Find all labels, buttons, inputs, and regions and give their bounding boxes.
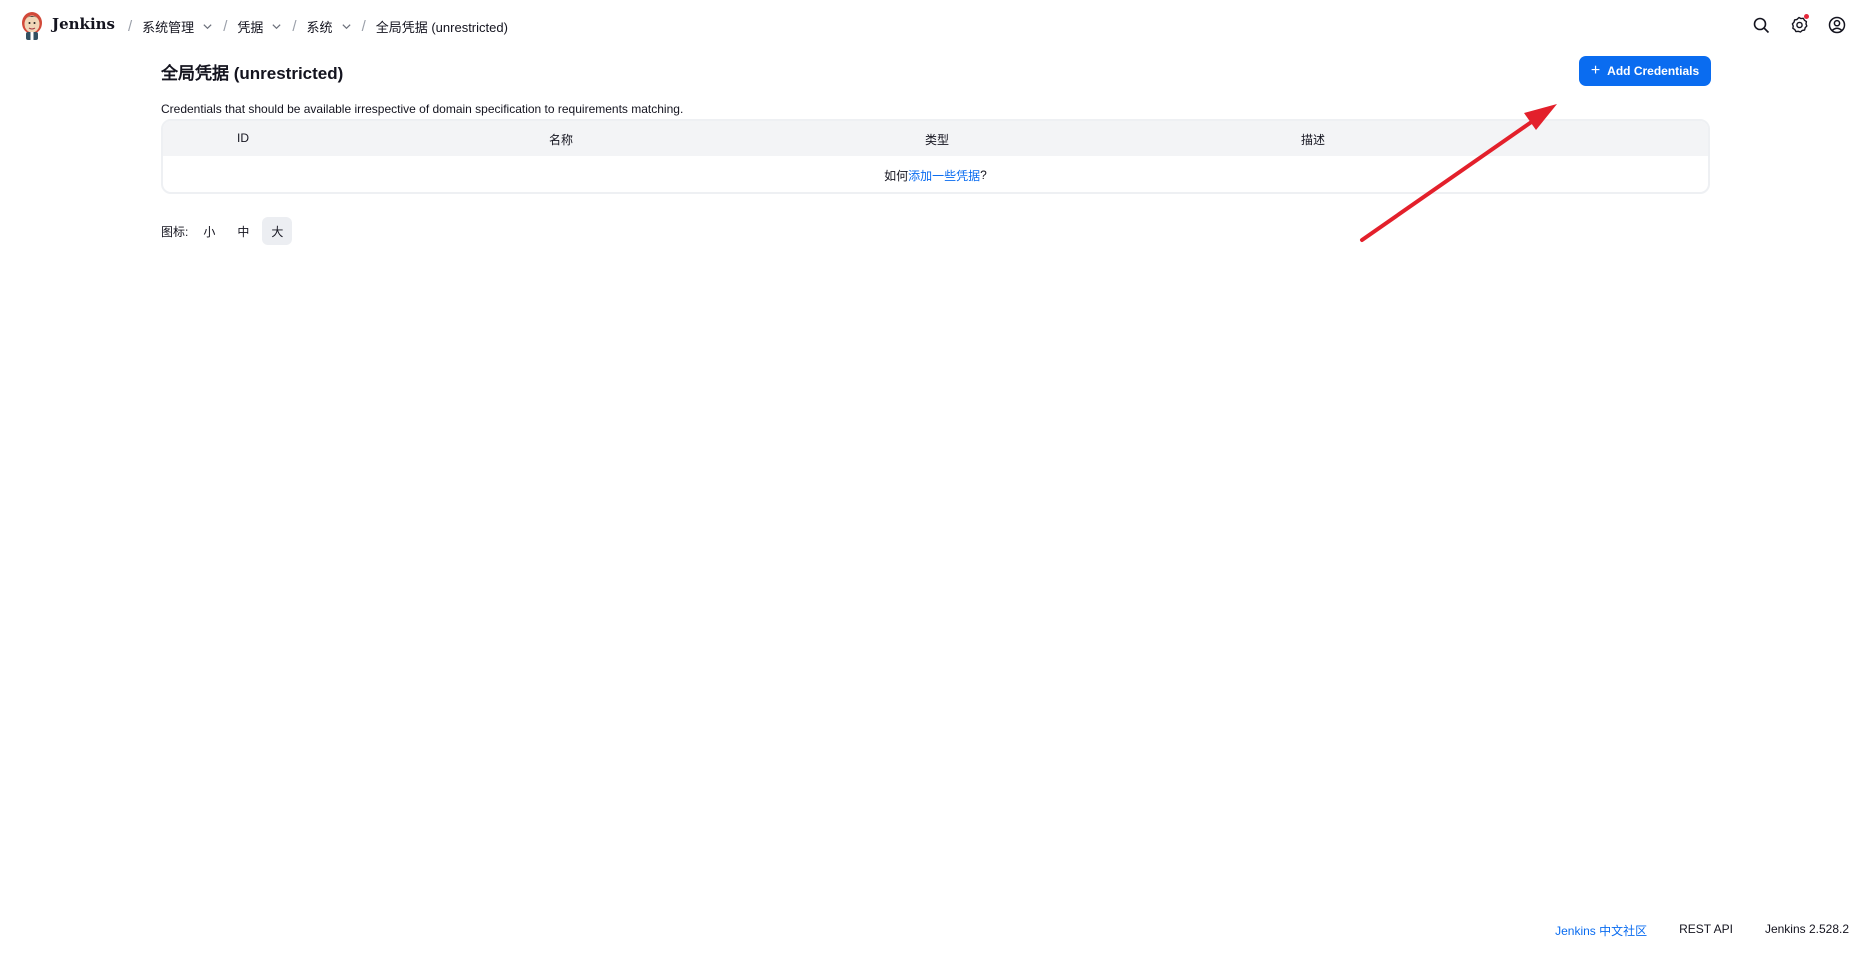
add-credentials-label: Add Credentials [1607, 64, 1700, 78]
page-description: Credentials that should be available irr… [161, 102, 684, 116]
breadcrumb-item-credentials[interactable]: 凭据 [237, 17, 282, 36]
jenkins-community-link[interactable]: Jenkins 中文社区 [1555, 922, 1647, 939]
credentials-table: ID 名称 类型 描述 如何 添加一些凭据 ? [161, 119, 1710, 194]
page-footer: Jenkins 中文社区 REST API Jenkins 2.528.2 [1555, 922, 1849, 939]
brand-name[interactable]: Jenkins [52, 15, 115, 33]
breadcrumb-label: 凭据 [237, 19, 264, 35]
breadcrumb-separator: / [128, 17, 133, 35]
breadcrumb-separator: / [292, 17, 297, 35]
user-account-icon[interactable] [1826, 14, 1848, 36]
settings-gear-icon[interactable] [1788, 14, 1810, 36]
column-header-type[interactable]: 类型 [925, 131, 949, 148]
chevron-down-icon[interactable] [341, 21, 352, 32]
rest-api-link[interactable]: REST API [1679, 922, 1733, 939]
breadcrumb-label: 系统管理 [142, 19, 195, 35]
search-icon[interactable] [1750, 14, 1772, 36]
table-header: ID 名称 类型 描述 [163, 121, 1708, 156]
column-header-description[interactable]: 描述 [1301, 131, 1325, 148]
header-actions [1750, 14, 1848, 36]
chevron-down-icon[interactable] [202, 21, 213, 32]
breadcrumb-item-system[interactable]: 系统 [307, 17, 352, 36]
jenkins-logo-icon[interactable] [19, 11, 45, 41]
add-credentials-button[interactable]: + Add Credentials [1579, 56, 1711, 86]
plus-icon: + [1590, 62, 1601, 79]
chevron-down-icon[interactable] [271, 21, 282, 32]
notification-dot [1804, 14, 1809, 19]
add-some-credentials-link[interactable]: 添加一些凭据 [908, 167, 980, 184]
breadcrumb-label: 系统 [306, 19, 333, 35]
column-header-id[interactable]: ID [237, 131, 249, 145]
jenkins-version-link[interactable]: Jenkins 2.528.2 [1765, 922, 1849, 939]
top-header: Jenkins / 系统管理 / 凭据 / 系统 / 全局凭据 (unrestr… [0, 0, 1872, 52]
icon-size-small[interactable]: 小 [194, 217, 224, 245]
breadcrumb-separator: / [361, 17, 366, 35]
empty-state-row: 如何 添加一些凭据 ? [163, 156, 1708, 192]
column-header-name[interactable]: 名称 [549, 131, 573, 148]
icon-size-large[interactable]: 大 [262, 217, 293, 245]
breadcrumb: / 系统管理 / 凭据 / 系统 / 全局凭据 (unrestricted) [118, 0, 508, 52]
empty-state-prefix: 如何 [884, 168, 909, 183]
breadcrumb-item-global-credentials[interactable]: 全局凭据 (unrestricted) [376, 17, 508, 36]
breadcrumb-separator: / [223, 17, 228, 35]
icon-size-selector: 图标: 小 中 大 [161, 217, 293, 245]
icon-size-medium[interactable]: 中 [228, 217, 258, 245]
page-title: 全局凭据 (unrestricted) [161, 64, 344, 83]
breadcrumb-item-manage-jenkins[interactable]: 系统管理 [142, 17, 213, 36]
icon-size-label: 图标: [161, 224, 189, 239]
empty-state-suffix: ? [980, 168, 987, 182]
